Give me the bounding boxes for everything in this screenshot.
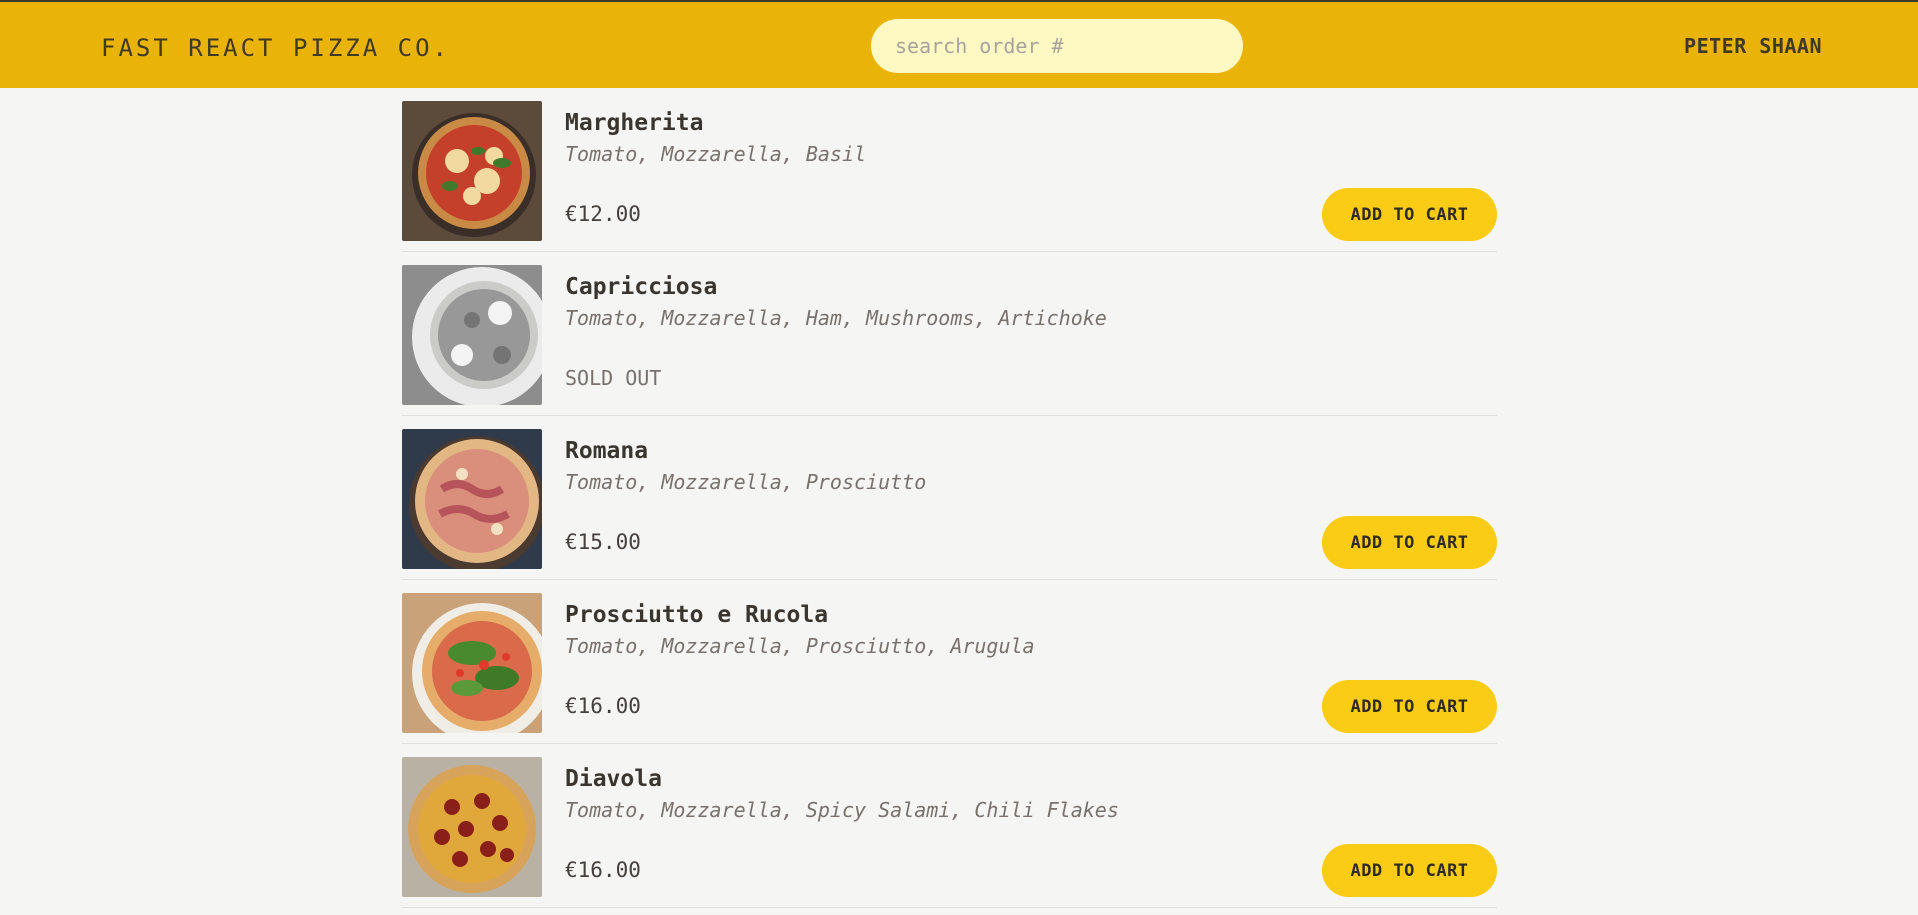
pizza-name: Margherita: [565, 110, 704, 136]
sold-out-label: SOLD OUT: [565, 366, 662, 390]
pizza-name: Prosciutto e Rucola: [565, 602, 829, 628]
menu-item: Margherita Tomato, Mozzarella, Basil €12…: [402, 88, 1497, 252]
pizza-name: Diavola: [565, 766, 662, 792]
menu-item: Romana Tomato, Mozzarella, Prosciutto €1…: [402, 416, 1497, 580]
pizza-romana-image: [402, 429, 542, 569]
add-to-cart-button[interactable]: ADD TO CART: [1322, 844, 1497, 897]
search-order-input[interactable]: [871, 19, 1243, 73]
logo-link[interactable]: FAST REACT PIZZA CO.: [101, 34, 450, 62]
pizza-ingredients: Tomato, Mozzarella, Spicy Salami, Chili …: [565, 798, 1119, 822]
add-to-cart-button[interactable]: ADD TO CART: [1322, 680, 1497, 733]
pizza-name: Capricciosa: [565, 274, 718, 300]
pizza-capricciosa-image: [402, 265, 542, 405]
pizza-price: €15.00: [565, 530, 641, 554]
pizza-diavola-image: [402, 757, 542, 897]
menu-item: Capricciosa Tomato, Mozzarella, Ham, Mus…: [402, 252, 1497, 416]
menu-item: Diavola Tomato, Mozzarella, Spicy Salami…: [402, 744, 1497, 908]
pizza-price: €12.00: [565, 202, 641, 226]
add-to-cart-button[interactable]: ADD TO CART: [1322, 516, 1497, 569]
pizza-price: €16.00: [565, 694, 641, 718]
app-header: FAST REACT PIZZA CO. PETER SHAAN: [0, 0, 1918, 88]
pizza-name: Romana: [565, 438, 649, 464]
pizza-margherita-image: [402, 101, 542, 241]
pizza-ingredients: Tomato, Mozzarella, Ham, Mushrooms, Arti…: [565, 306, 1107, 330]
pizza-prosciutto-rucola-image: [402, 593, 542, 733]
menu-item: Prosciutto e Rucola Tomato, Mozzarella, …: [402, 580, 1497, 744]
pizza-ingredients: Tomato, Mozzarella, Basil: [565, 142, 867, 166]
username: PETER SHAAN: [1684, 34, 1822, 58]
pizza-ingredients: Tomato, Mozzarella, Prosciutto, Arugula: [565, 634, 1035, 658]
pizza-menu-list: Margherita Tomato, Mozzarella, Basil €12…: [402, 88, 1497, 908]
pizza-ingredients: Tomato, Mozzarella, Prosciutto: [565, 470, 927, 494]
pizza-price: €16.00: [565, 858, 641, 882]
add-to-cart-button[interactable]: ADD TO CART: [1322, 188, 1497, 241]
